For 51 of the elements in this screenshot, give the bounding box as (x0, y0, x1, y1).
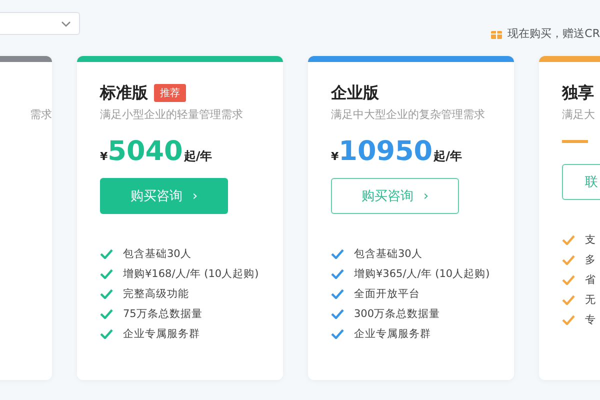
feature-text: 无 (585, 293, 596, 307)
check-icon (100, 249, 113, 259)
feature-text: 支 (585, 233, 596, 247)
chevron-down-icon (61, 20, 71, 26)
feature-text: 增购¥168/人/年 (10人起购) (123, 267, 259, 281)
feature-text: 专 (585, 313, 596, 327)
check-icon (331, 289, 344, 299)
plan-title: 独享 (562, 82, 594, 104)
currency-symbol: ¥ (100, 150, 108, 163)
plan-price: 10950 (338, 136, 433, 167)
plan-description: 满足大 (562, 107, 596, 122)
feature-text: 企业专属服务群 (123, 327, 200, 341)
plan-price: 5040 (108, 136, 183, 167)
price-unit: 起/年 (434, 148, 462, 165)
check-icon (562, 255, 575, 265)
feature-text: 多 (585, 253, 596, 267)
feature-text: 企业专属服务群 (354, 327, 431, 341)
check-icon (100, 269, 113, 279)
purchase-button[interactable]: 联 (562, 164, 600, 200)
feature-text: 完整高级功能 (123, 287, 189, 301)
feature-text: 75万条总数据量 (123, 307, 202, 321)
check-icon (562, 275, 575, 285)
plan-description: 满足小型企业的轻量管理需求 (100, 107, 244, 122)
currency-symbol: ¥ (331, 150, 339, 163)
check-icon (331, 249, 344, 259)
check-icon (331, 329, 344, 339)
dropdown-select[interactable] (0, 12, 80, 35)
feature-text: 增购¥365/人/年 (10人起购) (354, 267, 490, 281)
check-icon (331, 269, 344, 279)
feature-text: 包含基础30人 (123, 247, 192, 261)
plan-description: 满足中大型企业的复杂管理需求 (331, 107, 486, 122)
plan-description: 需求 (30, 107, 52, 122)
feature-text: 包含基础30人 (354, 247, 422, 261)
check-icon (562, 315, 575, 325)
price-unit: 起/年 (184, 148, 212, 165)
recommend-badge: 推荐 (154, 84, 186, 102)
plan-title: 标准版 (100, 82, 148, 104)
gift-icon (490, 28, 502, 39)
feature-text: 省 (585, 273, 596, 287)
check-icon (100, 329, 113, 339)
check-icon (331, 309, 344, 319)
check-icon (562, 295, 575, 305)
check-icon (100, 309, 113, 319)
feature-text: 全面开放平台 (354, 287, 420, 301)
check-icon (100, 289, 113, 299)
plan-title: 企业版 (331, 82, 379, 104)
promo-text: 现在购买，赠送CR (508, 26, 600, 41)
purchase-button[interactable]: 购买咨询 › (100, 178, 228, 214)
check-icon (562, 235, 575, 245)
feature-text: 300万条总数据量 (354, 307, 440, 321)
purchase-button[interactable]: 购买咨询 › (331, 178, 459, 214)
